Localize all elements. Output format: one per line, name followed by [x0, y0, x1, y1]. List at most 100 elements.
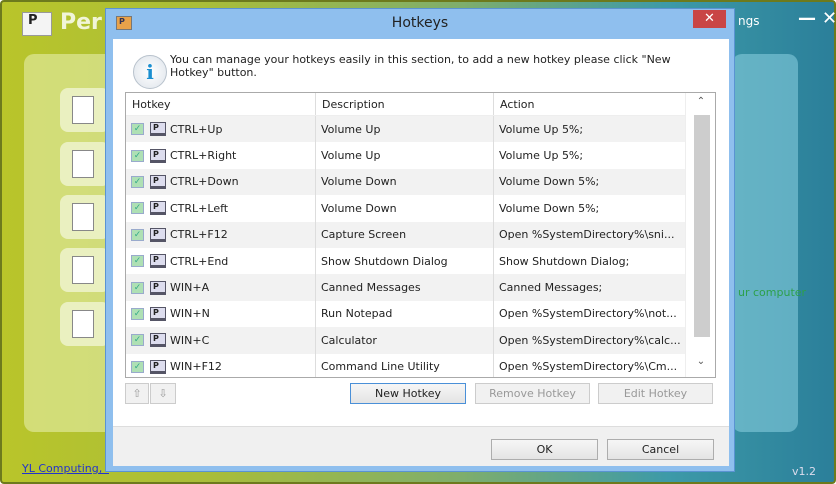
hotkey-cell: ✓ P WIN+N — [126, 300, 316, 328]
app-title: Per — [60, 10, 102, 35]
action-cell: Open %SystemDirectory%\sni... — [494, 221, 686, 248]
action-cell: Volume Down 5%; — [494, 195, 686, 222]
company-link[interactable]: YL Computing, I — [22, 462, 109, 475]
hotkey-cell: ✓ P CTRL+Right — [126, 142, 316, 169]
dialog-title: Hotkeys — [391, 15, 449, 31]
column-header-description[interactable]: Description — [316, 93, 494, 115]
enabled-checkbox[interactable]: ✓ — [131, 228, 144, 241]
description-cell: Volume Down — [316, 168, 494, 196]
dialog-close-button[interactable]: ✕ — [693, 10, 726, 28]
hotkey-label: CTRL+Down — [170, 175, 239, 189]
hotkey-label: WIN+A — [170, 281, 210, 295]
enabled-checkbox[interactable]: ✓ — [131, 255, 144, 268]
window-icon[interactable] — [60, 142, 110, 186]
scroll-thumb[interactable] — [694, 115, 710, 337]
hotkey-cell: ✓ P CTRL+Left — [126, 195, 316, 222]
hotkeys-dialog: P Hotkeys ✕ i You can manage your hotkey… — [105, 8, 735, 472]
dialog-body: i You can manage your hotkeys easily in … — [113, 39, 729, 426]
dialog-footer: OK Cancel — [113, 426, 729, 466]
table-row[interactable]: ✓ P CTRL+End Show Shutdown Dialog Show Shutd… — [126, 247, 686, 275]
hotkey-cell: ✓ P CTRL+Up — [126, 116, 316, 143]
enabled-checkbox[interactable]: ✓ — [131, 307, 144, 320]
description-cell: Volume Down — [316, 195, 494, 222]
table-row[interactable]: ✓ P WIN+N Run Notepad Open %SystemDirectory%… — [126, 300, 686, 328]
hotkey-cell: ✓ P CTRL+Down — [126, 168, 316, 196]
edit-hotkey-button[interactable]: Edit Hotkey — [598, 383, 713, 404]
key-icon: P — [150, 227, 166, 242]
add-icon[interactable] — [60, 88, 110, 132]
version-label: v1.2 — [792, 465, 817, 478]
description-cell: Show Shutdown Dialog — [316, 247, 494, 275]
action-cell: Volume Up 5%; — [494, 116, 686, 143]
table-row[interactable]: ✓ P CTRL+Left Volume Down Volume Down 5%; — [126, 195, 686, 222]
intro-text: You can manage your hotkeys easily in th… — [170, 53, 671, 79]
hotkey-cell: ✓ P WIN+C — [126, 327, 316, 354]
hotkey-label: WIN+F12 — [170, 360, 222, 374]
description-cell: Volume Up — [316, 142, 494, 169]
action-cell: Canned Messages; — [494, 274, 686, 301]
enabled-checkbox[interactable]: ✓ — [131, 123, 144, 136]
hotkey-label: CTRL+Left — [170, 201, 229, 215]
action-cell: Open %SystemDirectory%\calc... — [494, 327, 686, 354]
move-up-button[interactable]: ⇧ — [125, 383, 149, 404]
move-down-button[interactable]: ⇩ — [150, 383, 176, 404]
hotkey-cell: ✓ P WIN+F12 — [126, 353, 316, 377]
key-icon: P — [150, 254, 166, 269]
table-row[interactable]: ✓ P WIN+C Calculator Open %SystemDirectory%\… — [126, 327, 686, 354]
remove-hotkey-button[interactable]: Remove Hotkey — [475, 383, 590, 404]
enabled-checkbox[interactable]: ✓ — [131, 149, 144, 162]
export-icon[interactable] — [60, 302, 110, 346]
key-icon: P — [150, 174, 166, 189]
cancel-button[interactable]: Cancel — [607, 439, 714, 460]
action-cell: Volume Up 5%; — [494, 142, 686, 169]
key-icon: P — [150, 306, 166, 321]
action-cell: Open %SystemDirectory%\Cm... — [494, 353, 686, 377]
table-row[interactable]: ✓ P WIN+A Canned Messages Canned Messages; — [126, 274, 686, 301]
description-cell: Command Line Utility — [316, 353, 494, 377]
app-close-button[interactable]: ✕ — [822, 8, 836, 29]
new-hotkey-button[interactable]: New Hotkey — [350, 383, 466, 404]
column-header-hotkey[interactable]: Hotkey — [126, 93, 316, 115]
settings-link[interactable]: ngs — [738, 14, 759, 28]
action-cell: Show Shutdown Dialog; — [494, 247, 686, 275]
scroll-down-icon[interactable]: ⌄ — [686, 356, 715, 374]
hotkey-cell: ✓ P WIN+A — [126, 274, 316, 301]
action-cell: Volume Down 5%; — [494, 168, 686, 196]
hotkey-label: WIN+C — [170, 333, 210, 347]
table-row[interactable]: ✓ P WIN+F12 Command Line Utility Open %Syste… — [126, 353, 686, 377]
table-rows: ✓ P CTRL+Up Volume Up Volume Up 5%; ✓ P CTRL+Ri… — [126, 116, 686, 377]
status-text: ur computer — [738, 286, 807, 299]
enabled-checkbox[interactable]: ✓ — [131, 202, 144, 215]
key-icon: P — [150, 333, 166, 348]
scrollbar[interactable]: ⌃ ⌄ — [685, 93, 715, 377]
hotkey-label: CTRL+End — [170, 254, 229, 268]
info-icon: i — [133, 55, 167, 89]
key-icon: P — [150, 201, 166, 216]
table-row[interactable]: ✓ P CTRL+Up Volume Up Volume Up 5%; — [126, 116, 686, 143]
description-cell: Run Notepad — [316, 300, 494, 328]
description-cell: Volume Up — [316, 116, 494, 143]
key-icon: P — [150, 280, 166, 295]
table-row[interactable]: ✓ P CTRL+F12 Capture Screen Open %SystemDire… — [126, 221, 686, 248]
import-icon[interactable] — [60, 248, 110, 292]
enabled-checkbox[interactable]: ✓ — [131, 281, 144, 294]
enabled-checkbox[interactable]: ✓ — [131, 360, 144, 373]
table-row[interactable]: ✓ P CTRL+Right Volume Up Volume Up 5%; — [126, 142, 686, 169]
chat-icon[interactable] — [60, 195, 110, 239]
enabled-checkbox[interactable]: ✓ — [131, 334, 144, 347]
hotkey-label: CTRL+Up — [170, 122, 223, 136]
table-row[interactable]: ✓ P CTRL+Down Volume Down Volume Down 5%; — [126, 168, 686, 196]
key-icon: P — [150, 148, 166, 163]
app-logo: P — [22, 12, 52, 36]
scroll-up-icon[interactable]: ⌃ — [686, 96, 715, 114]
minimize-button[interactable]: — — [798, 8, 816, 29]
hotkey-label: CTRL+Right — [170, 149, 237, 163]
hotkey-label: CTRL+F12 — [170, 228, 228, 242]
column-header-action[interactable]: Action — [494, 93, 686, 115]
ok-button[interactable]: OK — [491, 439, 598, 460]
dialog-titlebar[interactable]: P Hotkeys ✕ — [106, 9, 734, 39]
enabled-checkbox[interactable]: ✓ — [131, 175, 144, 188]
description-cell: Canned Messages — [316, 274, 494, 301]
hotkeys-table: Hotkey Description Action ✓ P CTRL+Up Volum… — [125, 92, 716, 378]
right-panel — [732, 54, 798, 432]
